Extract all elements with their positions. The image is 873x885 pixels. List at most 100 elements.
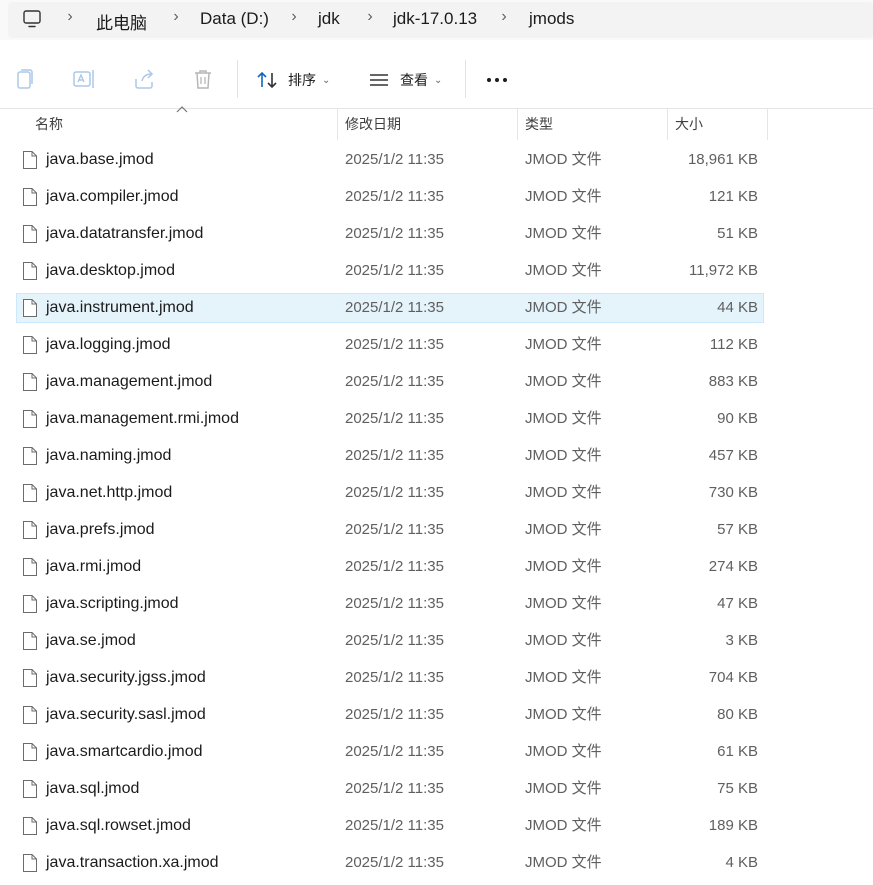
file-icon — [23, 410, 37, 428]
file-icon — [23, 262, 37, 280]
file-type: JMOD 文件 — [525, 410, 602, 427]
file-name[interactable]: java.scripting.jmod — [46, 589, 179, 619]
toolbar-divider — [237, 60, 238, 98]
file-row[interactable]: java.net.http.jmod 2025/1/2 11:35 JMOD 文件 7… — [0, 478, 873, 515]
file-date: 2025/1/2 11:35 — [345, 780, 444, 797]
file-icon — [23, 669, 37, 687]
file-name[interactable]: java.security.jgss.jmod — [46, 663, 206, 693]
file-name[interactable]: java.sql.rowset.jmod — [46, 811, 191, 841]
breadcrumb-item-jmods[interactable]: jmods — [529, 9, 574, 29]
file-name[interactable]: java.prefs.jmod — [46, 515, 155, 545]
file-name[interactable]: java.smartcardio.jmod — [46, 737, 203, 767]
column-header-date[interactable]: 修改日期 — [345, 108, 401, 140]
column-divider[interactable] — [517, 108, 518, 140]
file-row[interactable]: java.base.jmod 2025/1/2 11:35 JMOD 文件 18,96… — [0, 145, 873, 182]
file-size: 883 KB — [708, 373, 758, 390]
column-header-type[interactable]: 类型 — [525, 108, 553, 140]
file-row[interactable]: java.desktop.jmod 2025/1/2 11:35 JMOD 文件 11… — [0, 256, 873, 293]
file-row[interactable]: java.datatransfer.jmod 2025/1/2 11:35 JMOD… — [0, 219, 873, 256]
file-date: 2025/1/2 11:35 — [345, 373, 444, 390]
file-type: JMOD 文件 — [525, 780, 602, 797]
more-options-icon[interactable] — [484, 66, 510, 94]
file-name[interactable]: java.logging.jmod — [46, 330, 171, 360]
file-icon — [23, 780, 37, 798]
file-name[interactable]: java.instrument.jmod — [46, 293, 194, 323]
file-row[interactable]: java.instrument.jmod 2025/1/2 11:35 JMOD 文… — [0, 293, 873, 330]
file-name[interactable]: java.net.http.jmod — [46, 478, 172, 508]
file-size: 47 KB — [717, 595, 758, 612]
file-icon — [23, 225, 37, 243]
sort-button[interactable]: 排序 ⌄ — [256, 65, 330, 95]
file-name[interactable]: java.management.rmi.jmod — [46, 404, 239, 434]
file-name[interactable]: java.transaction.xa.jmod — [46, 848, 219, 878]
file-type: JMOD 文件 — [525, 521, 602, 538]
file-name[interactable]: java.compiler.jmod — [46, 182, 179, 212]
trash-icon[interactable] — [191, 67, 215, 91]
share-icon[interactable] — [132, 67, 156, 91]
file-row[interactable]: java.rmi.jmod 2025/1/2 11:35 JMOD 文件 274 KB — [0, 552, 873, 589]
file-date: 2025/1/2 11:35 — [345, 151, 444, 168]
file-name[interactable]: java.management.jmod — [46, 367, 212, 397]
file-row[interactable]: java.prefs.jmod 2025/1/2 11:35 JMOD 文件 57 K… — [0, 515, 873, 552]
view-button[interactable]: 查看 ⌄ — [368, 65, 442, 95]
file-size: 75 KB — [717, 780, 758, 797]
file-type: JMOD 文件 — [525, 373, 602, 390]
chevron-down-icon: ⌄ — [434, 74, 443, 86]
file-icon — [23, 817, 37, 835]
file-date: 2025/1/2 11:35 — [345, 817, 444, 834]
sort-icon — [257, 71, 277, 89]
rename-icon[interactable] — [72, 67, 96, 91]
breadcrumb-chevron-icon[interactable]: › — [364, 8, 376, 26]
file-row[interactable]: java.management.jmod 2025/1/2 11:35 JMOD 文… — [0, 367, 873, 404]
file-name[interactable]: java.datatransfer.jmod — [46, 219, 203, 249]
file-row[interactable]: java.management.rmi.jmod 2025/1/2 11:35 JM… — [0, 404, 873, 441]
column-header-name[interactable]: 名称 — [35, 108, 63, 140]
file-row[interactable]: java.sql.rowset.jmod 2025/1/2 11:35 JMOD 文… — [0, 811, 873, 848]
breadcrumb-chevron-icon[interactable]: › — [498, 8, 510, 26]
breadcrumb-item-jdk-version[interactable]: jdk-17.0.13 — [393, 9, 477, 29]
file-name[interactable]: java.rmi.jmod — [46, 552, 141, 582]
breadcrumb-chevron-icon[interactable]: › — [64, 8, 76, 26]
breadcrumb-chevron-icon[interactable]: › — [288, 8, 300, 26]
file-icon — [23, 299, 37, 317]
file-row[interactable]: java.sql.jmod 2025/1/2 11:35 JMOD 文件 75 KB — [0, 774, 873, 811]
view-icon — [370, 74, 388, 86]
file-row[interactable]: java.smartcardio.jmod 2025/1/2 11:35 JMOD … — [0, 737, 873, 774]
file-row[interactable]: java.compiler.jmod 2025/1/2 11:35 JMOD 文件 1… — [0, 182, 873, 219]
sort-label: 排序 — [288, 72, 316, 88]
file-name[interactable]: java.desktop.jmod — [46, 256, 175, 286]
file-size: 18,961 KB — [687, 151, 758, 168]
file-row[interactable]: java.transaction.xa.jmod 2025/1/2 11:35 JM… — [0, 848, 873, 885]
file-name[interactable]: java.base.jmod — [46, 145, 154, 175]
file-date: 2025/1/2 11:35 — [345, 188, 444, 205]
file-name[interactable]: java.sql.jmod — [46, 774, 139, 804]
file-row[interactable]: java.se.jmod 2025/1/2 11:35 JMOD 文件 3 KB — [0, 626, 873, 663]
file-size: 90 KB — [717, 410, 758, 427]
file-row[interactable]: java.security.sasl.jmod 2025/1/2 11:35 JMO… — [0, 700, 873, 737]
breadcrumb-item-this-pc[interactable]: 此电脑 — [96, 9, 147, 34]
breadcrumb-item-drive[interactable]: Data (D:) — [200, 9, 269, 29]
breadcrumb-chevron-icon[interactable]: › — [170, 8, 182, 26]
file-name[interactable]: java.security.sasl.jmod — [46, 700, 206, 730]
file-row[interactable]: java.scripting.jmod 2025/1/2 11:35 JMOD 文件… — [0, 589, 873, 626]
file-icon — [23, 558, 37, 576]
column-divider[interactable] — [337, 108, 338, 140]
file-name[interactable]: java.naming.jmod — [46, 441, 171, 471]
column-divider[interactable] — [667, 108, 668, 140]
file-date: 2025/1/2 11:35 — [345, 484, 444, 501]
column-header-size[interactable]: 大小 — [675, 108, 703, 140]
column-divider[interactable] — [767, 108, 768, 140]
file-date: 2025/1/2 11:35 — [345, 225, 444, 242]
computer-icon[interactable] — [22, 9, 42, 29]
file-size: 80 KB — [717, 706, 758, 723]
file-row[interactable]: java.security.jgss.jmod 2025/1/2 11:35 JMO… — [0, 663, 873, 700]
file-row[interactable]: java.logging.jmod 2025/1/2 11:35 JMOD 文件 11… — [0, 330, 873, 367]
file-name[interactable]: java.se.jmod — [46, 626, 136, 656]
view-label: 查看 — [400, 72, 428, 88]
file-date: 2025/1/2 11:35 — [345, 632, 444, 649]
file-type: JMOD 文件 — [525, 595, 602, 612]
file-date: 2025/1/2 11:35 — [345, 410, 444, 427]
breadcrumb-item-jdk[interactable]: jdk — [318, 9, 340, 29]
copy-icon[interactable] — [13, 67, 37, 91]
file-row[interactable]: java.naming.jmod 2025/1/2 11:35 JMOD 文件 457… — [0, 441, 873, 478]
